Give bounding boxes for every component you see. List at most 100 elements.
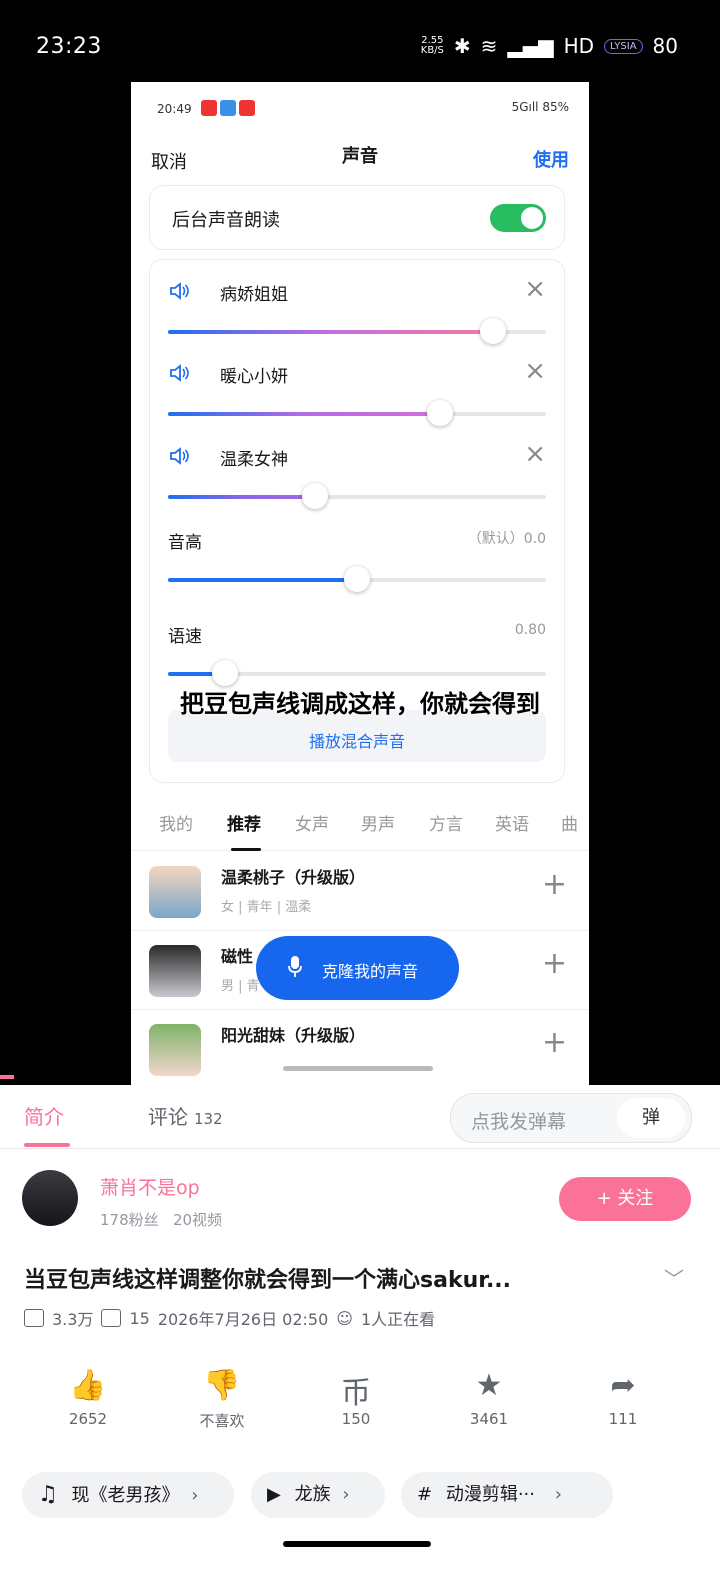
tab-intro[interactable]: 简介 (24, 1101, 64, 1130)
list-item-name: 磁性 (221, 947, 254, 966)
tab-english: 英语 (495, 815, 529, 835)
voice-name: 病娇姐姐 (220, 285, 288, 305)
speed-label: 语速 (168, 627, 202, 647)
pitch-label: 音高 (168, 533, 202, 553)
voice-slider-knob (302, 483, 329, 509)
inner-status-bar: 20:49 5Gıll 85% (131, 82, 589, 132)
coin-button[interactable]: 币 150 (311, 1368, 401, 1428)
add-icon: + (541, 1025, 567, 1060)
tab-recommended: 推荐 (227, 815, 261, 835)
voice-slider-knob (427, 400, 454, 426)
wifi-icon: ≋ (480, 34, 498, 58)
battery-level: 80 (652, 34, 678, 58)
tv-icon: ▶ (267, 1484, 281, 1505)
list-item: 温柔桃子（升级版） 女 | 青年 | 温柔 + (131, 852, 589, 931)
tag-chip-topic[interactable]: ▶ 龙族 › (251, 1472, 385, 1518)
voice-slider-fill (168, 412, 441, 416)
favorite-button[interactable]: ★ 3461 (444, 1368, 534, 1428)
video-caption: 把豆包声线调成这样，你就会得到 (180, 690, 540, 718)
list-item-name: 阳光甜妹（升级版） (221, 1026, 366, 1045)
dislike-button[interactable]: 👎 不喜欢 (177, 1368, 267, 1431)
coin-icon: 币 (341, 1376, 371, 1411)
comment-count: 132 (194, 1110, 223, 1128)
bg-read-toggle (490, 204, 546, 232)
voice-name: 暖心小妍 (220, 367, 288, 387)
tag-label: 龙族 (294, 1484, 331, 1505)
close-icon: × (524, 274, 546, 304)
watching-icon: ☺ (336, 1308, 353, 1328)
hashtag-icon: # (417, 1484, 433, 1505)
voice-slider-fill (168, 495, 316, 499)
clone-voice-button: 克隆我的声音 (256, 936, 459, 1000)
thumbs-up-icon: 👍 (69, 1368, 107, 1403)
video-progress[interactable] (0, 1075, 14, 1079)
danmaku-count-icon (101, 1309, 122, 1327)
tag-chip-music[interactable]: ♫ 现《老男孩》 › (22, 1472, 234, 1518)
chevron-right-icon: › (554, 1484, 562, 1505)
close-icon: × (524, 439, 546, 469)
voice-category-tabs: 我的 推荐 女声 男声 方言 英语 曲 (131, 804, 589, 851)
tab-female: 女声 (295, 815, 329, 835)
avatar (149, 945, 201, 997)
add-icon: + (541, 946, 567, 981)
danmaku-icon[interactable]: 弹 (617, 1098, 685, 1138)
microphone-icon (288, 956, 302, 977)
speed-slider-knob (211, 660, 238, 686)
use-button: 使用 (533, 150, 569, 171)
play-count-icon (24, 1309, 44, 1327)
voice-slider (168, 318, 546, 344)
net-speed: 2.55 KB/S (420, 35, 444, 56)
home-indicator[interactable] (283, 1541, 431, 1547)
dislike-label: 不喜欢 (199, 1412, 245, 1430)
inner-app-icons (201, 100, 255, 116)
bg-read-card: 后台声音朗读 (149, 185, 565, 250)
video-meta: 3.3万 15 2026年7月26日 02:50 ☺ 1人正在看 (24, 1306, 435, 1330)
pitch-value: （默认）0.0 (467, 531, 546, 547)
thumbs-down-icon: 👎 (203, 1368, 241, 1403)
speaker-icon (170, 364, 189, 382)
add-icon: + (541, 867, 567, 902)
danmaku-placeholder: 点我发弹幕 (471, 1111, 567, 1133)
like-button[interactable]: 👍 2652 (43, 1368, 133, 1428)
list-item: 阳光甜妹（升级版） + (131, 1010, 589, 1085)
avatar[interactable] (22, 1170, 78, 1226)
tab-comments[interactable]: 评论 132 (148, 1101, 223, 1130)
bg-read-label: 后台声音朗读 (172, 210, 280, 231)
author-name[interactable]: 萧肖不是op (100, 1173, 200, 1200)
view-count: 3.3万 (52, 1310, 94, 1329)
battery-icon: LYSIA (604, 38, 643, 54)
tag-label: 动漫剪辑··· (445, 1484, 535, 1505)
signal-icon: ▂▄▆ (507, 34, 554, 58)
avatar (149, 1024, 201, 1076)
tab-male: 男声 (361, 815, 395, 835)
share-button[interactable]: ➦ 111 (578, 1368, 668, 1428)
music-icon: ♫ (38, 1482, 58, 1507)
tab-intro-underline (24, 1143, 70, 1147)
chevron-right-icon: › (191, 1485, 199, 1506)
inner-clock: 20:49 (157, 102, 192, 116)
voice-name: 温柔女神 (220, 450, 288, 470)
pitch-slider-fill (168, 578, 357, 582)
tab-dialect: 方言 (429, 815, 463, 835)
follow-button[interactable]: + 关注 (559, 1177, 691, 1221)
list-item-name: 温柔桃子（升级版） (221, 868, 366, 887)
danmaku-input[interactable]: 点我发弹幕 弹 (450, 1093, 692, 1143)
coin-count: 150 (341, 1410, 371, 1428)
video-frame: 20:49 5Gıll 85% 取消 声音 使用 后台声音朗读 病娇姐姐 × 暖… (131, 82, 589, 1085)
avatar (149, 866, 201, 918)
share-count: 111 (608, 1410, 638, 1428)
tag-chip-hashtag[interactable]: # 动漫剪辑··· › (401, 1472, 613, 1518)
hd-label: HD (563, 34, 595, 58)
tab-more: 曲 (561, 815, 578, 835)
voice-slider-knob (480, 318, 507, 344)
clone-voice-label: 克隆我的声音 (322, 962, 419, 981)
voice-slider (168, 400, 546, 426)
speaker-icon (170, 447, 189, 465)
speed-value: 0.80 (514, 622, 546, 638)
pitch-slider (168, 566, 546, 592)
video-title: 当豆包声线这样调整你就会得到一个满心sakur... (24, 1268, 512, 1293)
chevron-down-icon[interactable]: ﹀ (664, 1263, 684, 1292)
clock: 23:23 (36, 34, 102, 59)
watching-count: 1人正在看 (360, 1310, 436, 1329)
voice-slider (168, 483, 546, 509)
